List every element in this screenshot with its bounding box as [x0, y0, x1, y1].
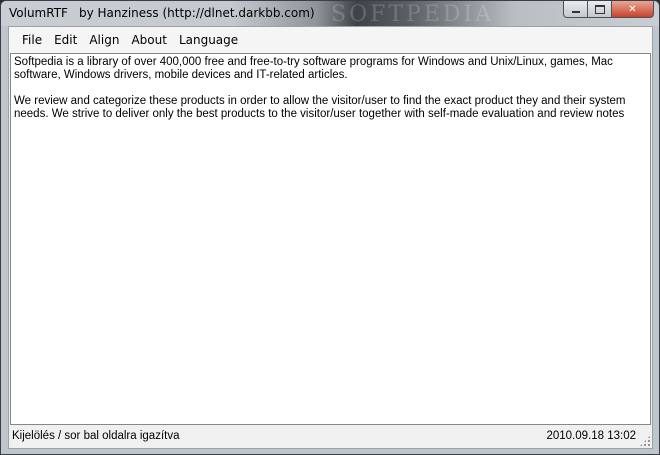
close-icon: ✕: [628, 3, 637, 15]
menu-edit[interactable]: Edit: [48, 30, 83, 50]
editor-paragraph: We review and categorize these products …: [14, 95, 626, 120]
maximize-button[interactable]: [588, 1, 612, 18]
menu-language[interactable]: Language: [173, 30, 244, 50]
minimize-button[interactable]: [563, 1, 588, 18]
resize-grip-icon[interactable]: [639, 435, 651, 447]
menu-bar: File Edit Align About Language: [9, 27, 652, 53]
window-author: by Hanziness (http://dlnet.darkbb.com): [79, 6, 315, 20]
window-title: VolumRTF: [9, 6, 68, 20]
status-bar: Kijelölés / sor bal oldalra igazítva 201…: [9, 426, 652, 448]
menu-align[interactable]: Align: [83, 30, 125, 50]
title-bar[interactable]: SOFTPEDIA VolumRTF by Hanziness (http://…: [1, 1, 659, 27]
status-datetime: 2010.09.18 13:02: [546, 430, 636, 442]
app-window: SOFTPEDIA VolumRTF by Hanziness (http://…: [0, 0, 660, 455]
client-area: File Edit Align About Language Softpedia…: [8, 26, 653, 449]
menu-file[interactable]: File: [16, 30, 48, 50]
watermark-text: SOFTPEDIA: [331, 2, 495, 27]
close-button[interactable]: ✕: [612, 1, 654, 18]
menu-about[interactable]: About: [125, 30, 172, 50]
editor-paragraph: Softpedia is a library of over 400,000 f…: [14, 56, 613, 81]
rich-text-editor[interactable]: Softpedia is a library of over 400,000 f…: [10, 53, 651, 425]
window-controls: ✕: [563, 1, 654, 19]
maximize-icon: [594, 4, 605, 14]
status-message: Kijelölés / sor bal oldalra igazítva: [12, 430, 180, 442]
minimize-icon: [571, 11, 580, 13]
